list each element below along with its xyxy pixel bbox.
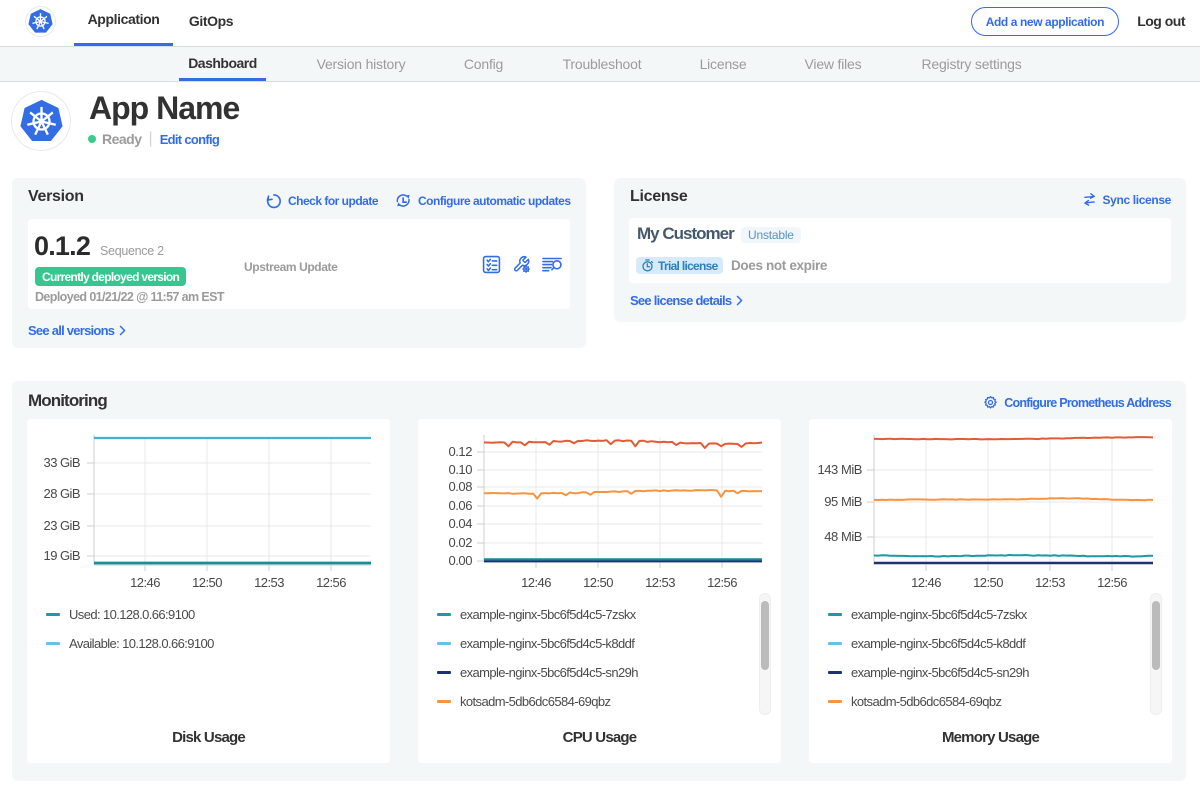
svg-text:0.04: 0.04 (448, 516, 472, 531)
svg-text:12:56: 12:56 (316, 575, 346, 590)
svg-text:33 GiB: 33 GiB (44, 455, 80, 470)
svg-text:12:50: 12:50 (973, 575, 1003, 590)
svg-text:0.06: 0.06 (448, 498, 472, 513)
svg-text:12:46: 12:46 (521, 575, 551, 590)
svg-text:143 MiB: 143 MiB (817, 462, 862, 477)
svg-text:12:53: 12:53 (254, 575, 284, 590)
svg-text:12:53: 12:53 (1035, 575, 1065, 590)
svg-text:0.02: 0.02 (448, 535, 472, 550)
svg-text:0.12: 0.12 (448, 444, 472, 459)
svg-text:19 GiB: 19 GiB (44, 548, 80, 563)
svg-text:48 MiB: 48 MiB (824, 529, 862, 544)
svg-text:0.00: 0.00 (448, 553, 472, 568)
svg-text:12:50: 12:50 (192, 575, 222, 590)
svg-text:95 MiB: 95 MiB (824, 494, 862, 509)
svg-text:12:56: 12:56 (707, 575, 737, 590)
svg-text:0.08: 0.08 (448, 479, 472, 494)
svg-text:12:46: 12:46 (130, 575, 160, 590)
svg-text:0.10: 0.10 (448, 462, 472, 477)
svg-text:12:56: 12:56 (1097, 575, 1127, 590)
svg-text:12:53: 12:53 (645, 575, 675, 590)
svg-text:12:50: 12:50 (583, 575, 613, 590)
svg-text:23 GiB: 23 GiB (44, 518, 80, 533)
svg-text:28 GiB: 28 GiB (44, 486, 80, 501)
svg-text:12:46: 12:46 (911, 575, 941, 590)
